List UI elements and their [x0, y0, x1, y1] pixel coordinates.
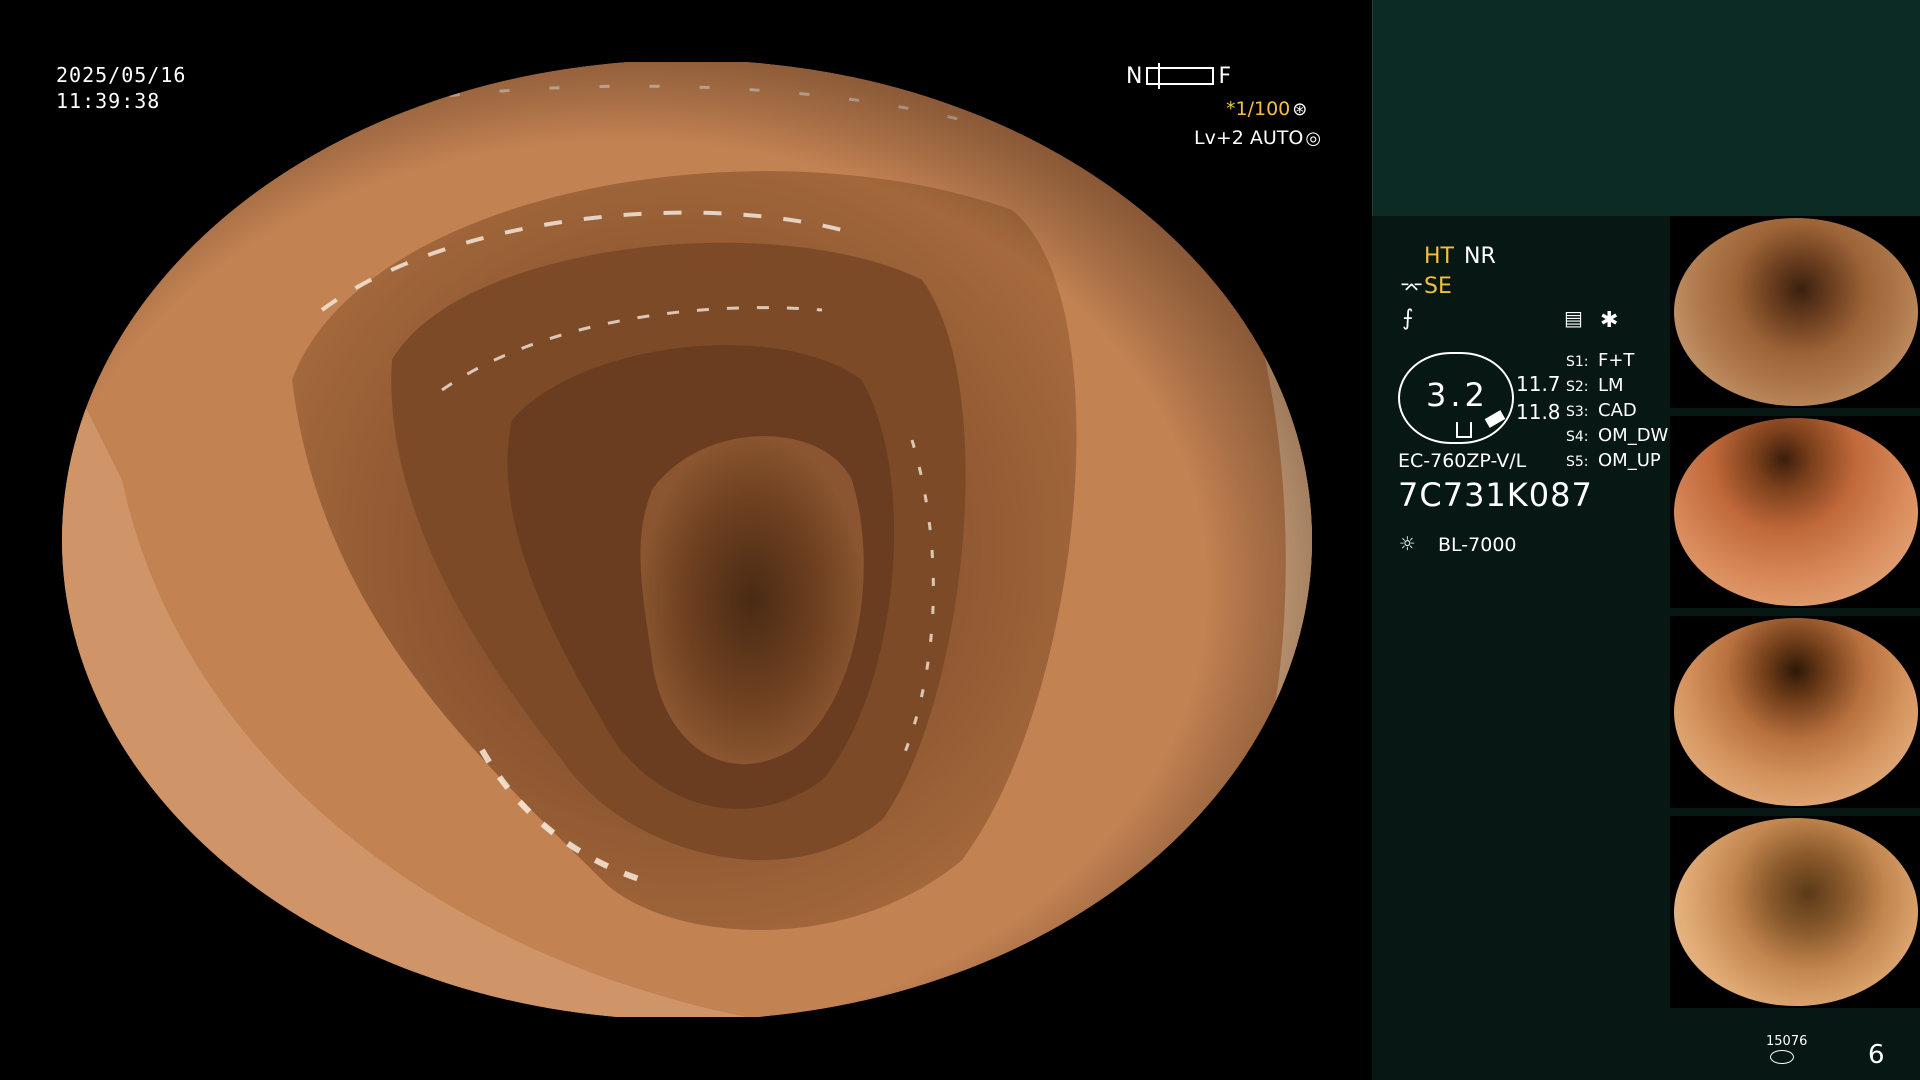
exam-time: 11:39:38: [56, 89, 161, 113]
brightness-level: Lv+2 AUTO ◎: [1194, 127, 1321, 149]
info-panel-header: [1372, 0, 1920, 216]
far-label: F: [1218, 63, 1232, 89]
switch-row: S4: OM_DW: [1566, 425, 1668, 450]
switch-value: OM_UP: [1598, 450, 1661, 471]
switch-key: S5:: [1566, 454, 1589, 470]
reading-2: 11.8: [1516, 400, 1561, 424]
thumbnail[interactable]: [1670, 216, 1920, 408]
thumbnail-image: [1674, 218, 1918, 406]
level-value: Lv+2 AUTO: [1194, 127, 1304, 149]
switch-row: S3: CAD: [1566, 400, 1668, 425]
noise-reduction: NR: [1464, 244, 1496, 269]
asterisk-icon: ✱: [1600, 308, 1619, 333]
switch-value: F+T: [1598, 350, 1635, 371]
image-counter: 15076: [1766, 1034, 1808, 1049]
switch-row: S1: F+T: [1566, 350, 1668, 375]
switch-key: S2:: [1566, 379, 1589, 395]
reading-1: 11.7: [1516, 372, 1561, 396]
thumbnail-image: [1674, 618, 1918, 806]
structure-enhancement: SE: [1424, 274, 1452, 299]
thumbnail-image: [1674, 818, 1918, 1006]
scope-switch-list: S1: F+T S2: LM S3: CAD S4: OM_DW S5: OM_UP: [1566, 350, 1668, 475]
focus-bar: [1146, 63, 1215, 89]
shutter-speed: *1/100 ⊛: [1226, 98, 1307, 120]
thumbnail[interactable]: [1670, 616, 1920, 808]
captured-thumbnails: [1670, 216, 1920, 1016]
thumbnail[interactable]: [1670, 416, 1920, 608]
switch-key: S3:: [1566, 404, 1589, 420]
light-source: BL-7000: [1438, 534, 1517, 556]
endoscope-live-view: 2025/05/16 11:39:38 N F *1/100 ⊛ Lv+2 AUT…: [0, 0, 1372, 1080]
storage-icon: [1770, 1050, 1794, 1064]
thumbnail-image: [1674, 418, 1918, 606]
endoscopic-image: [62, 60, 1312, 1020]
switch-row: S2: LM: [1566, 375, 1668, 400]
enhancement-mode: HT: [1424, 244, 1454, 269]
aperture-icon: ⊛: [1292, 99, 1308, 120]
scope-serial: 7C731K087: [1398, 476, 1593, 514]
exam-date: 2025/05/16: [56, 63, 187, 87]
near-label: N: [1126, 63, 1143, 89]
thumbnail[interactable]: [1670, 816, 1920, 1008]
shutter-value: *1/100: [1226, 98, 1291, 120]
page-number: 6: [1868, 1040, 1885, 1070]
bottom-crop: [0, 1017, 1372, 1080]
switch-value: LM: [1598, 375, 1624, 396]
light-source-icon: ☼: [1400, 530, 1415, 558]
switch-value: CAD: [1598, 400, 1637, 421]
gauge-value: 3.2: [1426, 376, 1489, 414]
switch-row: S5: OM_UP: [1566, 450, 1668, 475]
scope-model: EC-760ZP-V/L: [1398, 450, 1527, 472]
iris-icon: ◎: [1305, 128, 1322, 149]
top-crop: [0, 0, 1372, 62]
switch-key: S1:: [1566, 354, 1589, 370]
near-far-focus-indicator: N F: [1126, 63, 1232, 89]
gauge-marker-icon: [1456, 422, 1472, 438]
switch-value: OM_DW: [1598, 425, 1669, 446]
freeze-icon: ⨍: [1402, 306, 1414, 331]
memory-icon: ▤: [1564, 306, 1583, 330]
structure-enhancement-icon: ⌤: [1400, 276, 1424, 300]
switch-key: S4:: [1566, 429, 1589, 445]
